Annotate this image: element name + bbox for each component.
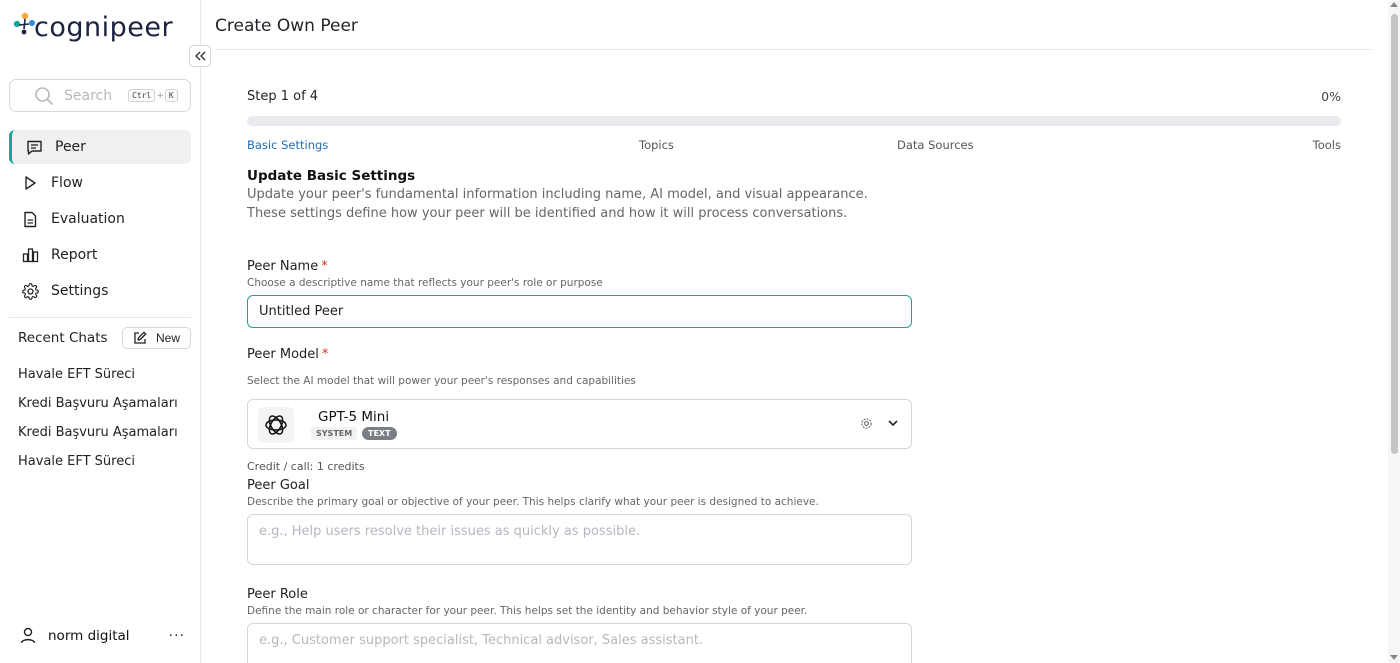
sidebar-item-settings[interactable]: Settings — [9, 274, 191, 308]
sidebar-item-label: Evaluation — [51, 211, 125, 227]
system-badge: SYSTEM — [311, 427, 358, 440]
peer-model-label: Peer Model * — [247, 347, 328, 362]
sidebar-item-evaluation[interactable]: Evaluation — [9, 202, 191, 236]
step-tools[interactable]: Tools — [1313, 138, 1341, 152]
section-title: Update Basic Settings — [247, 168, 416, 184]
step-topics[interactable]: Topics — [639, 138, 674, 152]
openai-icon — [258, 407, 294, 443]
sidebar: cognipeer Search Ctrl + K Peer Flow Eval… — [0, 0, 201, 663]
page-title: Create Own Peer — [215, 16, 358, 36]
sidebar-item-flow[interactable]: Flow — [9, 166, 191, 200]
new-chat-label: New — [155, 331, 180, 345]
chevron-down-icon[interactable] — [887, 417, 899, 429]
search-input[interactable]: Search Ctrl + K — [9, 79, 191, 112]
peer-name-label: Peer Name * — [247, 259, 328, 274]
play-icon — [21, 174, 39, 192]
search-shortcut: Ctrl + K — [128, 89, 178, 102]
logo-text: cognipeer — [34, 12, 174, 43]
peer-goal-textarea[interactable]: e.g., Help users resolve their issues as… — [247, 514, 912, 565]
main-content: Create Own Peer Step 1 of 4 0% Basic Set… — [201, 0, 1400, 663]
scroll-thumb[interactable] — [1391, 14, 1398, 454]
credit-info: Credit / call: 1 credits — [247, 460, 365, 473]
recent-chats-header: Recent Chats New — [18, 327, 191, 349]
sidebar-item-label: Report — [51, 247, 98, 263]
sidebar-nav: Peer Flow Evaluation Report Settings — [9, 130, 191, 310]
peer-role-help: Define the main role or character for yo… — [247, 605, 808, 617]
bar-chart-icon — [21, 246, 39, 264]
shortcut-k: K — [164, 89, 178, 102]
sidebar-item-peer[interactable]: Peer — [9, 130, 191, 164]
peer-role-textarea[interactable]: e.g., Customer support specialist, Techn… — [247, 623, 912, 663]
recent-chat-item[interactable]: Kredi Başvuru Aşamaları — [18, 422, 178, 451]
section-description: Update your peer's fundamental informati… — [247, 187, 868, 221]
scroll-down-icon[interactable] — [1390, 655, 1398, 660]
wizard-steps: Basic Settings Topics Data Sources Tools — [247, 138, 1341, 154]
logo[interactable]: cognipeer — [12, 8, 173, 43]
gear-icon — [21, 282, 39, 300]
shortcut-plus: + — [156, 90, 164, 101]
recent-chat-item[interactable]: Kredi Başvuru Aşamaları — [18, 393, 178, 422]
peer-model-label-text: Peer Model — [247, 347, 319, 362]
model-settings-icon[interactable] — [860, 417, 873, 430]
user-profile[interactable]: norm digital ··· — [20, 627, 185, 644]
recent-chat-item[interactable]: Havale EFT Süreci — [18, 451, 178, 480]
step-indicator: Step 1 of 4 — [247, 89, 319, 104]
required-mark: * — [321, 347, 329, 362]
wizard-progress-bar — [247, 116, 1341, 126]
peer-name-label-text: Peer Name — [247, 259, 319, 274]
document-icon — [21, 210, 39, 228]
collapse-sidebar-button[interactable] — [189, 45, 211, 67]
model-name: GPT-5 Mini — [318, 409, 390, 425]
peer-name-input[interactable]: Untitled Peer — [247, 295, 912, 328]
scroll-up-icon[interactable] — [1390, 2, 1398, 7]
sidebar-item-label: Peer — [55, 139, 86, 155]
user-menu-button[interactable]: ··· — [169, 628, 185, 644]
peer-goal-help: Describe the primary goal or objective o… — [247, 496, 819, 508]
sidebar-item-report[interactable]: Report — [9, 238, 191, 272]
sidebar-item-label: Settings — [51, 283, 109, 299]
text-badge: TEXT — [362, 427, 397, 440]
page-scrollbar[interactable] — [1388, 0, 1400, 663]
step-basic-settings[interactable]: Basic Settings — [247, 138, 328, 152]
progress-percent: 0% — [1321, 89, 1341, 104]
recent-chats-title: Recent Chats — [18, 330, 108, 346]
required-mark: * — [321, 259, 328, 274]
logo-mark-icon — [13, 12, 35, 34]
peer-model-help: Select the AI model that will power your… — [247, 375, 636, 387]
chat-icon — [25, 138, 43, 156]
search-placeholder: Search — [64, 87, 113, 104]
shortcut-ctrl: Ctrl — [128, 89, 156, 102]
step-data-sources[interactable]: Data Sources — [897, 138, 974, 152]
sidebar-divider — [9, 317, 191, 318]
title-divider — [215, 49, 1372, 50]
peer-goal-label: Peer Goal — [247, 478, 310, 493]
peer-role-label: Peer Role — [247, 587, 308, 602]
new-chat-button[interactable]: New — [121, 327, 191, 349]
user-icon — [20, 627, 36, 644]
recent-chats-list: Havale EFT Süreci Kredi Başvuru Aşamalar… — [18, 364, 178, 480]
user-name: norm digital — [48, 627, 130, 644]
edit-icon — [134, 331, 147, 344]
peer-name-help: Choose a descriptive name that reflects … — [247, 277, 603, 289]
search-icon — [35, 86, 54, 105]
sidebar-item-label: Flow — [51, 175, 83, 191]
peer-model-select[interactable]: GPT-5 Mini SYSTEM TEXT — [247, 399, 912, 449]
double-chevron-left-icon — [194, 51, 205, 61]
recent-chat-item[interactable]: Havale EFT Süreci — [18, 364, 178, 393]
